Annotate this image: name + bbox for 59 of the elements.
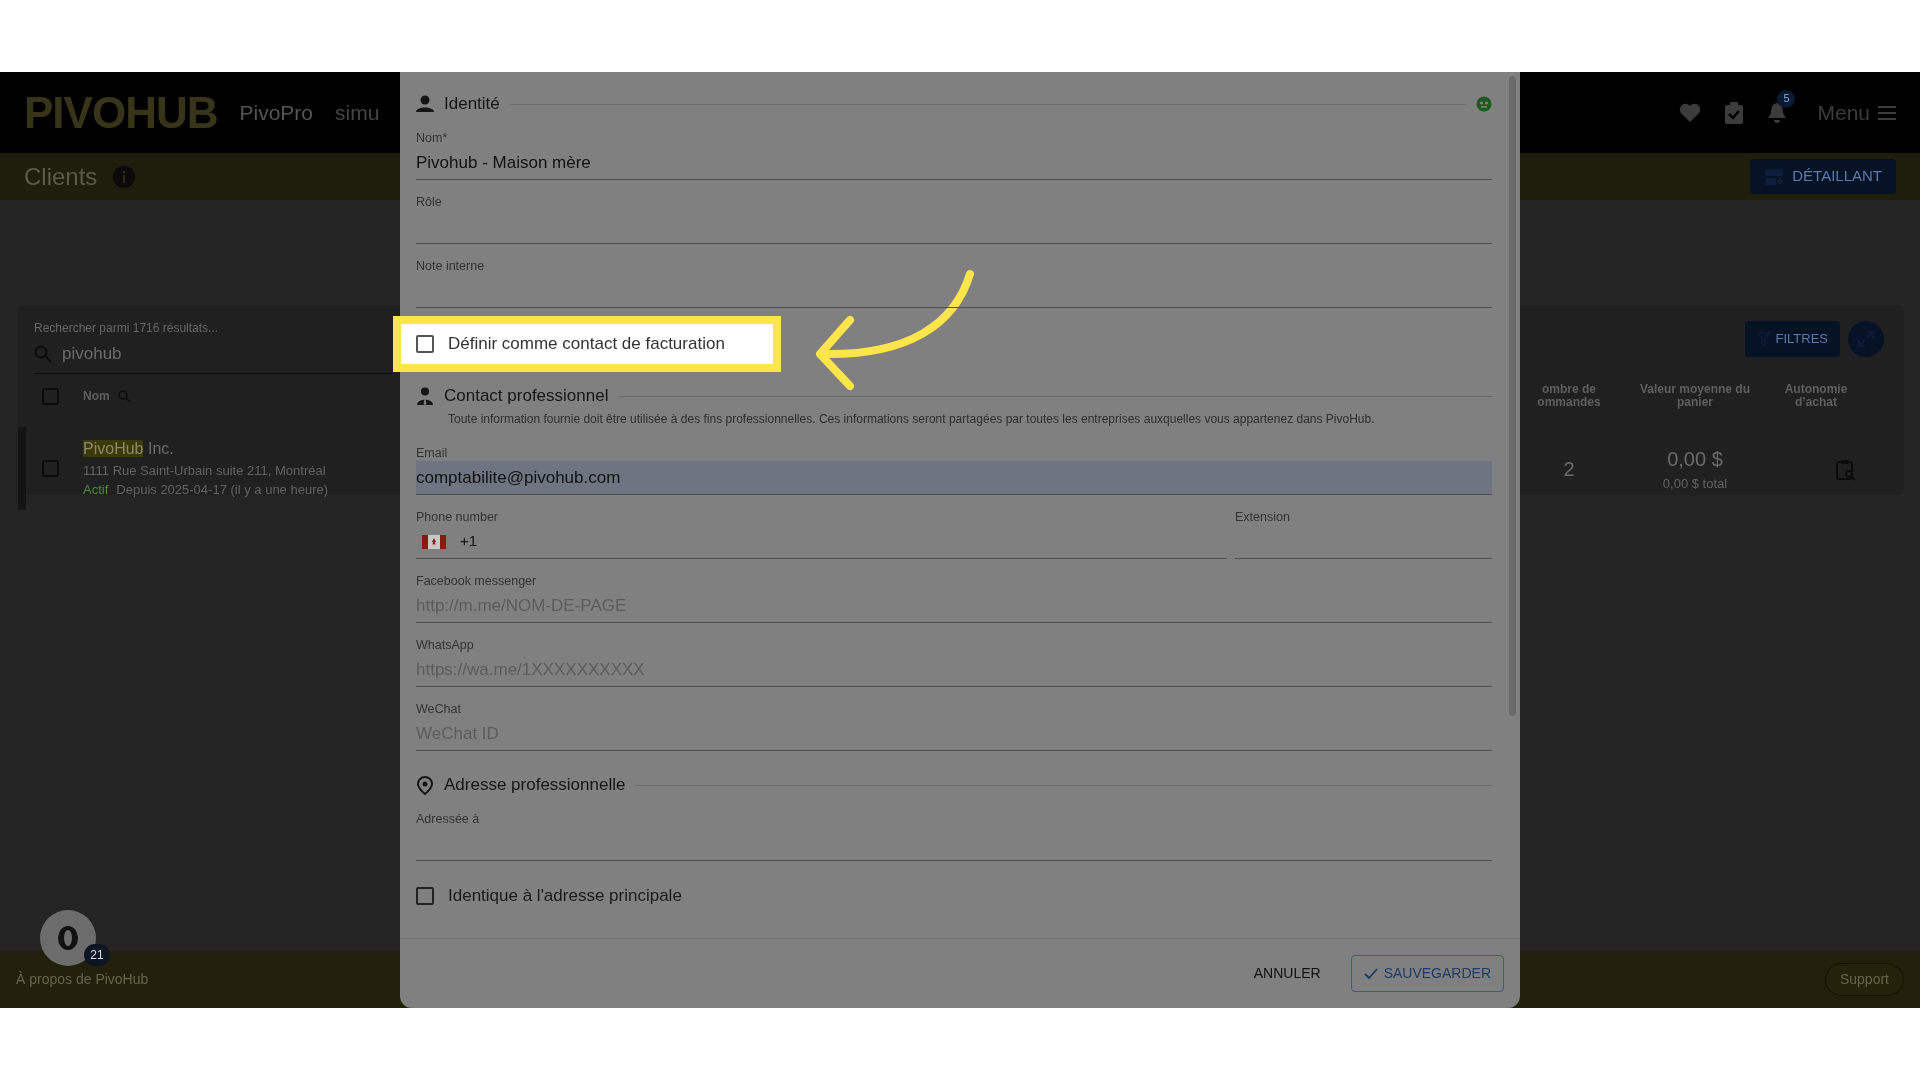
info-icon xyxy=(113,165,136,188)
businessman-icon xyxy=(416,386,434,406)
menu-icon xyxy=(1878,105,1896,120)
status-label: Actif xyxy=(83,481,109,499)
field-label: WeChat xyxy=(416,701,462,717)
person-icon xyxy=(416,94,434,114)
nav-link[interactable]: PivoPro xyxy=(239,96,313,129)
cancel-button[interactable]: ANNULER xyxy=(1247,962,1327,985)
since-date: Depuis 2025-04-17 (il y a une heure) xyxy=(116,481,329,499)
field-label: Email xyxy=(416,445,449,461)
page-title: Clients xyxy=(24,161,98,192)
section-description: Toute information fournie doit être utilisée à des fins professionnelles. Ces informations seront partagées par toutes les entreprises auxquelles vous appartenez dans PivoHub. xyxy=(448,411,1376,428)
phone-field[interactable]: +1 xyxy=(416,525,1227,559)
face-icon[interactable] xyxy=(1476,96,1492,112)
column-header: Nom xyxy=(83,389,110,403)
input-field[interactable]: comptabilite@pivohub.com xyxy=(416,461,1492,495)
checkbox[interactable] xyxy=(416,335,434,353)
retailer-button[interactable]: DÉTAILLANT xyxy=(1750,159,1896,194)
clipboard-check-icon[interactable] xyxy=(1725,101,1744,124)
nav-link[interactable]: simu xyxy=(335,96,380,129)
client-name[interactable]: PivoHub Inc. xyxy=(83,436,329,461)
field-label: Phone number xyxy=(416,509,499,525)
expand-button[interactable] xyxy=(1848,321,1884,357)
notification-count: 5 xyxy=(1777,89,1796,108)
filters-button[interactable]: FILTRES xyxy=(1744,321,1840,357)
menu-button[interactable]: Menu xyxy=(1817,96,1896,129)
search-label: Rechercher parmi 1716 résultats... xyxy=(34,320,220,337)
location-pin-icon xyxy=(416,775,434,795)
client-address: 1111 Rue Saint-Urbain suite 211, Montréal xyxy=(83,461,327,480)
about-link[interactable]: À propos de PivoHub xyxy=(16,969,149,990)
section-title: Identité xyxy=(444,93,500,116)
check-icon xyxy=(1363,968,1378,979)
field-label: Adressée à xyxy=(416,811,481,827)
order-count: 2 xyxy=(1563,457,1575,480)
support-button[interactable]: Support xyxy=(1824,963,1904,996)
flag-icon xyxy=(422,534,446,549)
bell-icon[interactable] xyxy=(1767,101,1788,124)
search-field[interactable]: pivohub xyxy=(34,337,392,374)
input-field[interactable]: Pivohub - Maison mère xyxy=(416,146,1492,180)
help-count: 21 xyxy=(84,944,110,966)
checkbox[interactable] xyxy=(416,887,434,905)
save-button[interactable]: SAUVEGARDER xyxy=(1350,955,1504,992)
section-title: Contact professionnel xyxy=(444,385,609,408)
checkbox-label[interactable]: Définir comme contact de facturation xyxy=(448,331,725,357)
heart-icon[interactable] xyxy=(1679,102,1702,123)
field-label: Rôle xyxy=(416,194,443,210)
field-label: WhatsApp xyxy=(416,637,475,653)
section-title: Adresse professionnelle xyxy=(444,774,626,797)
field-label: Extension xyxy=(1235,509,1291,525)
basket-total: 0,00 $ total xyxy=(1661,475,1729,494)
field-label: Facebook messenger xyxy=(416,573,538,589)
checkbox-label[interactable]: Identique à l'adresse principale xyxy=(448,883,682,909)
column-header: Autonomie d’achat xyxy=(1783,383,1849,409)
field-label: Nom* xyxy=(416,130,449,146)
field-label: Note interne xyxy=(416,258,486,274)
logo[interactable]: PIVOHUB xyxy=(24,79,218,146)
average-basket: 0,00 $ xyxy=(1666,447,1724,473)
column-header: ombre de ommandes xyxy=(1536,383,1602,409)
column-header: Valeur moyenne du panier xyxy=(1638,383,1751,409)
